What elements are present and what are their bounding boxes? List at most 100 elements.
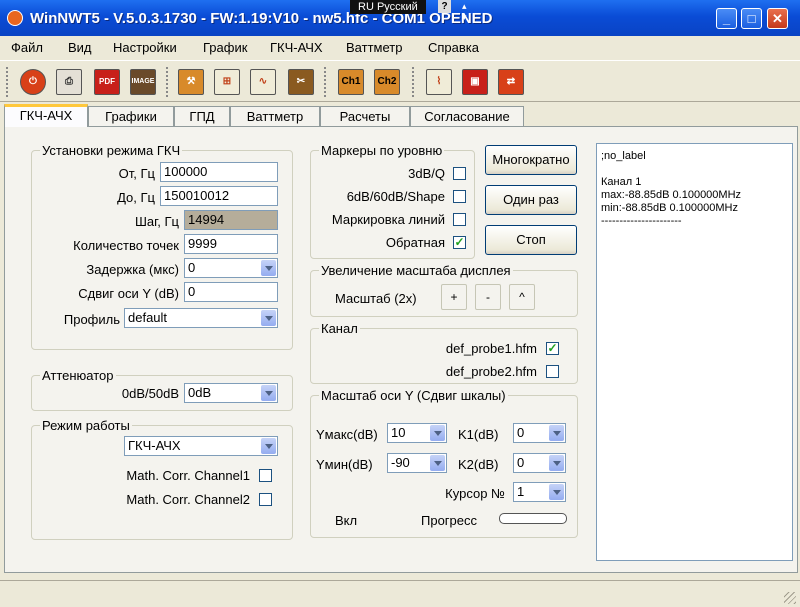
from-input[interactable]: 100000 xyxy=(160,162,278,182)
cursor-value: 1 xyxy=(517,484,525,499)
marker-inverse-checkbox[interactable]: ✓ xyxy=(453,236,466,249)
cursor-select[interactable]: 1 xyxy=(513,482,566,502)
zoom-up-button[interactable]: ^ xyxy=(509,284,535,310)
tab-sweep[interactable]: ГКЧ-АЧХ xyxy=(4,104,88,127)
group-title: Увеличение масштаба дисплея xyxy=(319,263,513,278)
group-title: Канал xyxy=(319,321,360,336)
ymax-select[interactable]: 10 xyxy=(387,423,447,443)
yshift-input[interactable]: 0 xyxy=(184,282,278,302)
channel2-icon[interactable]: Ch2 xyxy=(374,69,400,95)
ymin-select[interactable]: -90 xyxy=(387,453,447,473)
chevron-down-icon[interactable] xyxy=(549,455,564,471)
menu-bar: Файл Вид Настройки График ГКЧ-АЧХ Ваттме… xyxy=(0,37,800,59)
power-icon[interactable]: ⏻ xyxy=(20,69,46,95)
help-icon[interactable]: ? xyxy=(438,0,451,13)
profile-select[interactable]: default xyxy=(124,308,278,328)
chevron-down-icon[interactable] xyxy=(261,260,276,276)
ymin-value: -90 xyxy=(391,455,410,470)
yshift-label: Сдвиг оси Y (dB) xyxy=(78,286,179,301)
k1-select[interactable]: 0 xyxy=(513,423,566,443)
chevron-down-icon[interactable] xyxy=(549,425,564,441)
tab-gpd[interactable]: ГПД xyxy=(174,106,230,126)
image-icon[interactable]: IMAGE xyxy=(130,69,156,95)
app-window: WinNWT5 - V.5.0.3.1730 - FW:1.19:V10 - n… xyxy=(0,0,800,607)
marker-lines-label: Маркировка линий xyxy=(331,212,445,227)
toolbar: ⏻ ⎙ PDF IMAGE ⚒ ⊞ ∿ ✂ Ch1 Ch2 ⌇ ▣ ⇄ xyxy=(0,60,800,102)
math-corr-channel2-checkbox[interactable] xyxy=(259,493,272,506)
k2-label: K2(dB) xyxy=(458,457,499,472)
save-icon[interactable]: ▣ xyxy=(462,69,488,95)
chevron-down-icon[interactable] xyxy=(261,385,276,401)
chart-icon[interactable]: ⌇ xyxy=(426,69,452,95)
results-log[interactable]: ;no_label Канал 1 max:-88.85dB 0.100000M… xyxy=(596,143,793,561)
menu-graph[interactable]: График xyxy=(203,40,247,55)
maximize-button[interactable]: □ xyxy=(741,8,762,29)
menu-sweep[interactable]: ГКЧ-АЧХ xyxy=(270,40,323,55)
tab-matching[interactable]: Согласование xyxy=(410,106,524,126)
marker-3db-label: 3dB/Q xyxy=(408,166,445,181)
attenuator-value: 0dB xyxy=(188,385,212,400)
toolbar-separator xyxy=(324,67,330,97)
tab-graphs[interactable]: Графики xyxy=(88,106,174,126)
to-input[interactable]: 150010012 xyxy=(160,186,278,206)
menu-help[interactable]: Справка xyxy=(428,40,479,55)
menu-view[interactable]: Вид xyxy=(68,40,92,55)
marker-6db-label: 6dB/60dB/Shape xyxy=(346,189,445,204)
mode-select[interactable]: ГКЧ-АЧХ xyxy=(124,436,278,456)
chevron-down-icon[interactable] xyxy=(549,484,564,500)
language-indicator[interactable]: RU Русский xyxy=(350,0,426,14)
ymax-value: 10 xyxy=(391,425,406,440)
tools-icon[interactable]: ✂ xyxy=(288,69,314,95)
zoom-in-button[interactable]: + xyxy=(441,284,467,310)
channel1-icon[interactable]: Ch1 xyxy=(338,69,364,95)
group-title: Аттенюатор xyxy=(40,368,116,383)
title-bar[interactable]: WinNWT5 - V.5.0.3.1730 - FW:1.19:V10 - n… xyxy=(0,0,800,36)
sweep-icon[interactable]: ∿ xyxy=(250,69,276,95)
print-icon[interactable]: ⎙ xyxy=(56,69,82,95)
points-input[interactable]: 9999 xyxy=(184,234,278,254)
close-button[interactable]: ✕ xyxy=(767,8,788,29)
k2-select[interactable]: 0 xyxy=(513,453,566,473)
tab-calculations[interactable]: Расчеты xyxy=(320,106,410,126)
tab-strip: ГКЧ-АЧХ Графики ГПД Ваттметр Расчеты Сог… xyxy=(0,104,800,127)
from-label: От, Гц xyxy=(118,166,155,181)
chevron-down-icon[interactable] xyxy=(430,455,445,471)
zoom-out-button[interactable]: - xyxy=(475,284,501,310)
probe2-checkbox[interactable] xyxy=(546,365,559,378)
menu-file[interactable]: Файл xyxy=(11,40,43,55)
multi-sweep-button[interactable]: Многократно xyxy=(485,145,577,175)
zoom-label: Масштаб (2x) xyxy=(335,291,417,306)
probe2-label: def_probe2.hfm xyxy=(445,364,537,379)
minimize-button[interactable]: _ xyxy=(716,8,737,29)
pdf-icon[interactable]: PDF xyxy=(94,69,120,95)
k1-label: K1(dB) xyxy=(458,427,499,442)
chevron-down-icon[interactable] xyxy=(261,310,276,326)
marker-lines-checkbox[interactable] xyxy=(453,213,466,226)
menu-wattmeter[interactable]: Ваттметр xyxy=(346,40,402,55)
swap-icon[interactable]: ⇄ xyxy=(498,69,524,95)
graph-icon[interactable]: ⊞ xyxy=(214,69,240,95)
chevron-down-icon[interactable] xyxy=(430,425,445,441)
toolbar-separator xyxy=(166,67,172,97)
app-icon[interactable] xyxy=(7,10,23,26)
group-title: Масштаб оси Y (Сдвиг шкалы) xyxy=(319,388,508,403)
single-sweep-button[interactable]: Один раз xyxy=(485,185,577,215)
mode-value: ГКЧ-АЧХ xyxy=(128,438,181,453)
k1-value: 0 xyxy=(517,425,525,440)
marker-6db-checkbox[interactable] xyxy=(453,190,466,203)
progress-label: Прогресс xyxy=(421,513,478,528)
status-bar xyxy=(0,580,800,607)
attenuator-select[interactable]: 0dB xyxy=(184,383,278,403)
tab-wattmeter[interactable]: Ваттметр xyxy=(230,106,320,126)
delay-select[interactable]: 0 xyxy=(184,258,278,278)
settings-icon[interactable]: ⚒ xyxy=(178,69,204,95)
math-corr-channel1-checkbox[interactable] xyxy=(259,469,272,482)
resize-grip-icon[interactable] xyxy=(784,592,796,604)
probe1-checkbox[interactable]: ✓ xyxy=(546,342,559,355)
marker-3db-checkbox[interactable] xyxy=(453,167,466,180)
menu-settings[interactable]: Настройки xyxy=(113,40,177,55)
stop-button[interactable]: Стоп xyxy=(485,225,577,255)
language-menu-icon[interactable]: ▴ ▾ xyxy=(462,1,467,23)
chevron-down-icon[interactable] xyxy=(261,438,276,454)
cursor-label: Курсор № xyxy=(445,486,505,501)
